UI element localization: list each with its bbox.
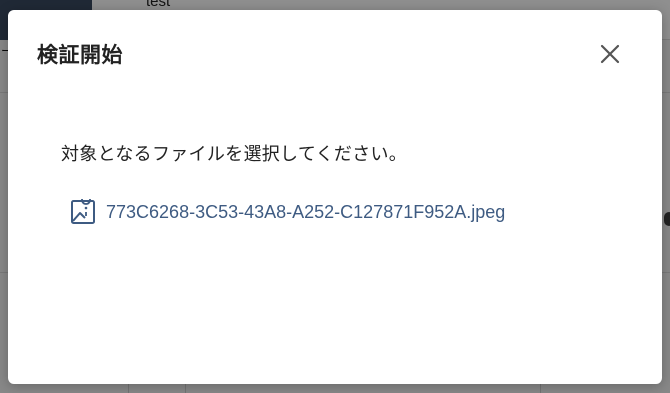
file-link[interactable]: 773C6268-3C53-43A8-A252-C127871F952A.jpe… (70, 199, 505, 225)
close-button[interactable] (596, 40, 624, 68)
file-name: 773C6268-3C53-43A8-A252-C127871F952A.jpe… (106, 201, 506, 222)
verification-dialog: 検証開始 対象となるファイルを選択してください。 773C6268-3C53-4… (8, 10, 662, 384)
dialog-title: 検証開始 (37, 43, 123, 67)
close-icon (600, 44, 620, 64)
instruction-text: 対象となるファイルを選択してください。 (61, 144, 408, 165)
image-file-icon (70, 199, 96, 225)
